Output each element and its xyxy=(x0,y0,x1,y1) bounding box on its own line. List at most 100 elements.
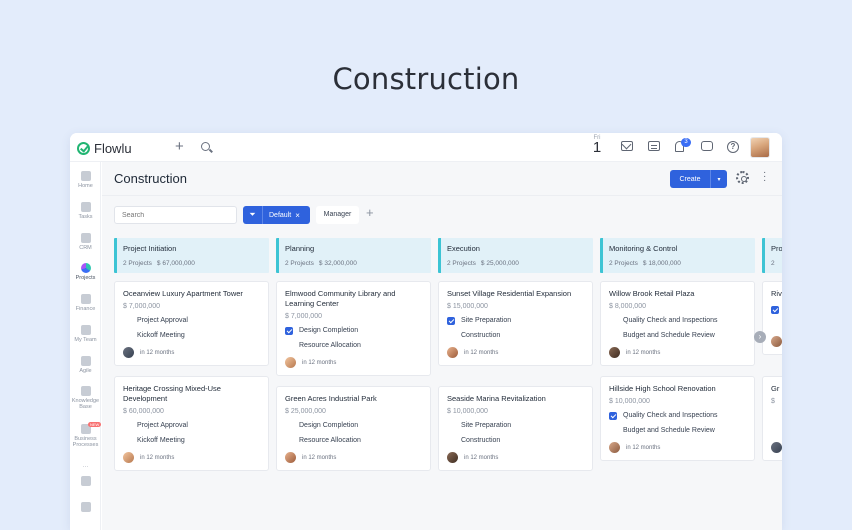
checkbox-checked-icon[interactable] xyxy=(285,326,293,335)
due-date: in 12 months xyxy=(302,359,337,366)
crm-icon xyxy=(80,233,91,243)
finance-icon xyxy=(80,294,91,304)
project-card[interactable]: Oceanview Luxury Apartment Tower $ 7,000,… xyxy=(114,281,269,366)
sidebar-extra-1[interactable] xyxy=(70,476,101,486)
scroll-right-icon[interactable]: › xyxy=(754,331,766,343)
board-column: Execution 2 Projects $ 25,000,000 Sunset Vi… xyxy=(438,238,593,471)
sidebar-item-crm[interactable]: CRM xyxy=(70,233,101,251)
chevron-down-icon[interactable]: ▾ xyxy=(710,170,727,188)
checkbox-icon[interactable] xyxy=(123,437,131,445)
card-footer: in 12 months xyxy=(285,452,422,463)
filter-chip-default[interactable]: ⏷ Default × xyxy=(243,206,310,224)
search-input[interactable] xyxy=(114,206,237,224)
checkbox-icon[interactable] xyxy=(447,332,455,340)
gear-icon[interactable] xyxy=(736,171,749,184)
notes-icon[interactable] xyxy=(648,141,660,151)
checkbox-icon[interactable] xyxy=(123,317,131,325)
sidebar-item-my-team[interactable]: My Team xyxy=(70,325,101,343)
column-header[interactable]: Monitoring & Control 2 Projects $ 18,000,0… xyxy=(600,238,755,273)
task-item xyxy=(771,305,782,314)
help-icon[interactable]: ? xyxy=(727,141,739,153)
checkbox-icon[interactable] xyxy=(285,422,293,430)
due-date: in 12 months xyxy=(464,454,499,461)
project-card[interactable]: Seaside Marina Revitalization $ 10,000,00… xyxy=(438,386,593,471)
sidebar-item-agile[interactable]: Agile xyxy=(70,356,101,374)
checkbox-icon[interactable] xyxy=(285,437,293,445)
column-header[interactable]: Pro 2 xyxy=(762,238,782,273)
checkbox-icon[interactable] xyxy=(771,321,779,329)
card-footer xyxy=(771,336,782,347)
task-label: Design Completion xyxy=(299,327,359,334)
assignee-avatar[interactable] xyxy=(123,347,134,358)
project-card[interactable]: Green Acres Industrial Park $ 25,000,000 D… xyxy=(276,386,431,471)
sidebar-item-projects[interactable]: Projects xyxy=(70,263,101,281)
column-title: Pro xyxy=(771,244,782,253)
chat-icon[interactable] xyxy=(701,141,713,151)
assignee-avatar[interactable] xyxy=(447,452,458,463)
checkbox-icon[interactable] xyxy=(609,427,617,435)
project-card[interactable]: Gr $ xyxy=(762,376,782,461)
project-card[interactable]: Elmwood Community Library and Learning C… xyxy=(276,281,431,376)
checkbox-icon[interactable] xyxy=(609,317,617,325)
assignee-avatar[interactable] xyxy=(447,347,458,358)
sidebar-item-home[interactable]: Home xyxy=(70,171,101,189)
checkbox-checked-icon[interactable] xyxy=(447,316,455,325)
project-card[interactable]: Willow Brook Retail Plaza $ 8,000,000 Qual… xyxy=(600,281,755,366)
assignee-avatar[interactable] xyxy=(285,452,296,463)
project-card[interactable]: Riv xyxy=(762,281,782,355)
checkbox-icon[interactable] xyxy=(771,412,779,420)
checkbox-checked-icon[interactable] xyxy=(771,305,779,314)
search-icon[interactable] xyxy=(201,142,210,151)
column-header[interactable]: Planning 2 Projects $ 32,000,000 xyxy=(276,238,431,273)
flowlu-logo-icon xyxy=(77,141,90,155)
manager-filter-button[interactable]: Manager xyxy=(316,206,359,224)
board-column: Monitoring & Control 2 Projects $ 18,000,0… xyxy=(600,238,755,461)
project-card[interactable]: Sunset Village Residential Expansion $ 15… xyxy=(438,281,593,366)
column-project-count: 2 xyxy=(771,260,775,267)
sidebar-item-business-processes[interactable]: NEW Business Processes xyxy=(70,422,102,448)
hero-title: Construction xyxy=(332,62,520,96)
checkbox-icon[interactable] xyxy=(447,437,455,445)
checkbox-icon[interactable] xyxy=(609,332,617,340)
knowledge-icon xyxy=(80,386,91,396)
more-vertical-icon[interactable]: · · · xyxy=(763,168,767,186)
create-button[interactable]: Create ▾ xyxy=(670,170,727,188)
add-icon[interactable]: + xyxy=(175,138,184,155)
add-filter-icon[interactable]: + xyxy=(366,205,374,220)
task-label: Site Preparation xyxy=(461,317,512,324)
logo[interactable]: Flowlu xyxy=(77,139,132,157)
top-bar: Flowlu + Fri 1 3 ? xyxy=(70,133,782,162)
mail-icon[interactable] xyxy=(621,141,633,151)
sidebar-extra-2[interactable] xyxy=(70,502,101,512)
task-item: Kickoff Meeting xyxy=(123,331,260,340)
task-label: Resource Allocation xyxy=(299,342,361,349)
column-total-amount: $ 67,000,000 xyxy=(156,260,195,267)
column-header[interactable]: Project Initiation 2 Projects $ 67,000,000 xyxy=(114,238,269,273)
user-avatar[interactable] xyxy=(750,137,770,158)
checkbox-icon[interactable] xyxy=(123,422,131,430)
assignee-avatar[interactable] xyxy=(771,442,782,453)
project-card[interactable]: Heritage Crossing Mixed-Use Development $… xyxy=(114,376,269,471)
assignee-avatar[interactable] xyxy=(285,357,296,368)
assignee-avatar[interactable] xyxy=(123,452,134,463)
checkbox-icon[interactable] xyxy=(285,342,293,350)
task-label: Quality Check and Inspections xyxy=(623,412,718,419)
date-widget[interactable]: Fri 1 xyxy=(590,135,604,155)
sidebar-item-knowledge-base[interactable]: Knowledge Base xyxy=(70,386,101,410)
column-header[interactable]: Execution 2 Projects $ 25,000,000 xyxy=(438,238,593,273)
close-icon[interactable]: × xyxy=(295,211,300,220)
task-item: Kickoff Meeting xyxy=(123,436,260,445)
checkbox-icon[interactable] xyxy=(447,422,455,430)
assignee-avatar[interactable] xyxy=(609,442,620,453)
project-title: Hillside High School Renovation xyxy=(609,384,716,393)
assignee-avatar[interactable] xyxy=(771,336,782,347)
sidebar-item-finance[interactable]: Finance xyxy=(70,294,101,312)
assignee-avatar[interactable] xyxy=(609,347,620,358)
checkbox-icon[interactable] xyxy=(123,332,131,340)
sidebar-more[interactable]: ··· xyxy=(70,462,101,470)
checkbox-checked-icon[interactable] xyxy=(609,411,617,420)
project-card[interactable]: Hillside High School Renovation $ 10,000,… xyxy=(600,376,755,461)
task-label: Site Preparation xyxy=(461,422,512,429)
checkbox-icon[interactable] xyxy=(771,427,779,435)
sidebar-item-tasks[interactable]: Tasks xyxy=(70,202,101,220)
